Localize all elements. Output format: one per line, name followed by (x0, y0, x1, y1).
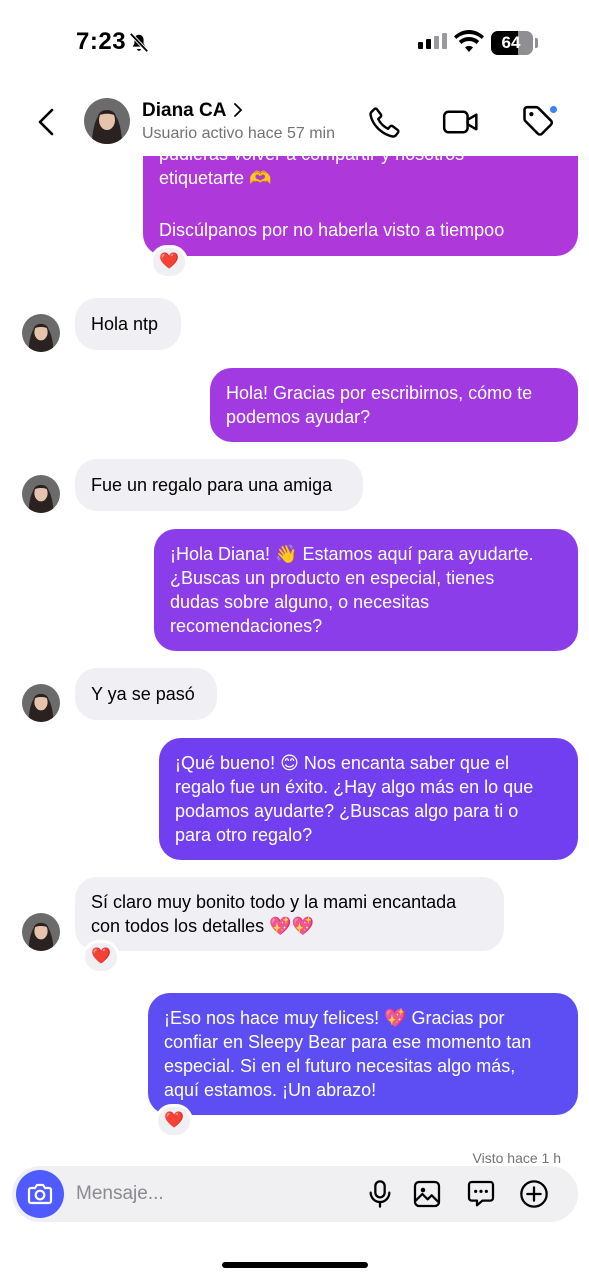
message-line: podemos ayudar? (226, 407, 371, 427)
reaction-heart[interactable]: ❤️ (82, 940, 120, 974)
message-line (159, 190, 562, 218)
gallery-icon[interactable] (411, 1178, 443, 1210)
reaction-heart[interactable]: ❤️ (150, 245, 188, 279)
message-bubble-incoming[interactable]: Hola ntp (75, 298, 181, 350)
message-bubble-outgoing[interactable]: ¡Eso nos hace muy felices! 💖 Gracias por… (148, 993, 578, 1115)
microphone-icon[interactable] (364, 1178, 396, 1210)
message-line: ¡Eso nos hace muy felices! 💖 Gracias por (164, 1008, 505, 1028)
video-camera-icon[interactable] (442, 104, 480, 140)
message-line: podamos ayudarte? ¿Buscas algo para ti o (175, 801, 519, 821)
status-time: 7:23 (76, 28, 127, 55)
message-line: ¿Buscas un producto en especial, tienes (170, 568, 495, 588)
message-bubble-outgoing[interactable]: ¡Qué bueno! 😊 Nos encanta saber que el r… (159, 738, 578, 860)
back-icon[interactable] (30, 102, 66, 142)
message-bubble-incoming[interactable]: Y ya se pasó (75, 668, 217, 720)
plus-icon[interactable] (518, 1178, 550, 1210)
message-input[interactable] (76, 1174, 346, 1214)
sender-avatar[interactable] (22, 475, 60, 513)
sender-avatar[interactable] (22, 684, 60, 722)
message-bubble-outgoing[interactable]: ¡Hola Diana! 👋 Estamos aquí para ayudart… (154, 529, 578, 651)
message-line: ¡Qué bueno! 😊 Nos encanta saber que el (175, 753, 509, 773)
seen-status: Visto hace 1 h (472, 1150, 561, 1166)
message-line: para otro regalo? (175, 825, 313, 845)
contact-name[interactable]: Diana CA (142, 100, 226, 122)
message-line: Hola! Gracias por escribirnos, cómo te (226, 383, 533, 403)
message-bubble-incoming[interactable]: Sí claro muy bonito todo y la mami encan… (75, 877, 504, 951)
message-line: confiar en Sleepy Bear para ese momento … (164, 1032, 532, 1052)
contact-avatar[interactable] (84, 98, 130, 144)
status-bar: 7:23 64 (0, 0, 589, 90)
notification-dot (548, 104, 559, 115)
message-line: Y ya se pasó (91, 684, 195, 704)
message-line: dudas sobre alguno, o necesitas (170, 592, 430, 612)
message-composer (12, 1166, 578, 1222)
message-line: Fue un regalo para una amiga (91, 475, 333, 495)
chat-header: Diana CA Usuario activo hace 57 min (0, 90, 589, 156)
message-line: aquí estamos. ¡Un abrazo! (164, 1080, 377, 1100)
message-bubble-outgoing[interactable]: Hola! Gracias por escribirnos, cómo te p… (210, 368, 578, 442)
message-line: Sí claro muy bonito todo y la mami encan… (91, 892, 457, 912)
camera-button[interactable] (16, 1170, 64, 1218)
home-indicator (222, 1262, 368, 1268)
sender-avatar[interactable] (22, 913, 60, 951)
contact-activity-status: Usuario activo hace 57 min (142, 125, 335, 142)
message-line: Discúlpanos por no haberla visto a tiemp… (159, 220, 505, 240)
battery-tip (535, 38, 538, 48)
message-bubble-incoming[interactable]: Fue un regalo para una amiga (75, 459, 363, 511)
message-line: Hola ntp (91, 314, 159, 334)
message-line: regalo fue un éxito. ¿Hay algo más en lo… (175, 777, 534, 797)
message-line: ¡Hola Diana! 👋 Estamos aquí para ayudart… (170, 544, 534, 564)
wifi-icon (454, 30, 484, 52)
message-line: con todos los detalles 💖💖 (91, 916, 314, 936)
sticker-chat-icon[interactable] (465, 1178, 497, 1210)
cellular-signal-icon (418, 33, 447, 49)
battery-indicator: 64 (491, 31, 533, 55)
message-line: etiquetarte 🫶 (159, 168, 272, 188)
reaction-heart[interactable]: ❤️ (155, 1104, 193, 1138)
message-line: especial. Si en el futuro necesitas algo… (164, 1056, 516, 1076)
camera-icon (27, 1183, 53, 1205)
sender-avatar[interactable] (22, 314, 60, 352)
message-line: recomendaciones? (170, 616, 323, 636)
chevron-right-icon (234, 103, 243, 117)
bell-off-icon (129, 32, 149, 53)
phone-icon[interactable] (367, 104, 403, 140)
battery-percent: 64 (501, 33, 521, 52)
